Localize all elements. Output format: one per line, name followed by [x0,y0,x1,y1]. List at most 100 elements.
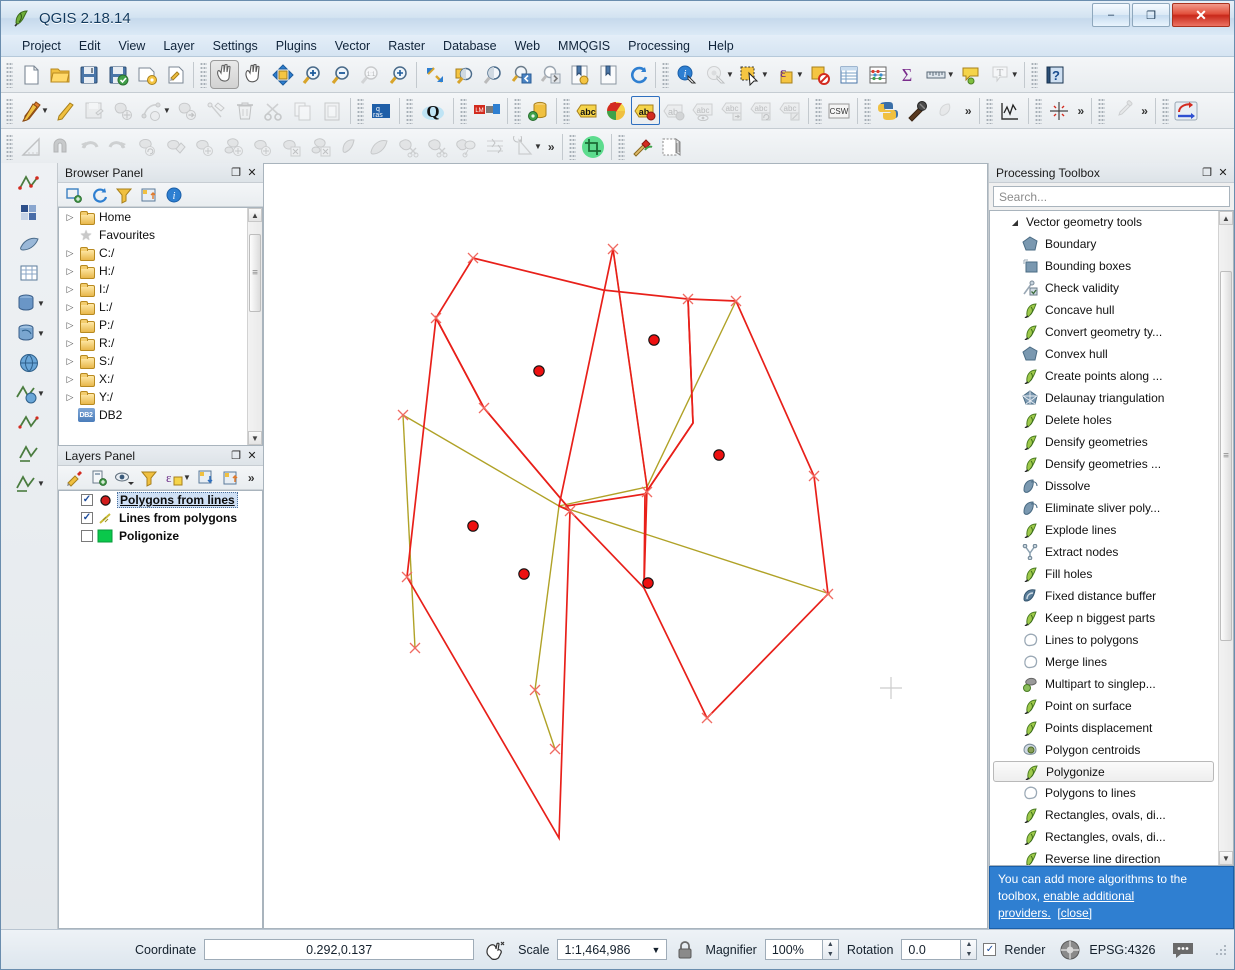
toolbar-gripper[interactable] [568,133,576,160]
add-selected-layers-button[interactable] [62,184,86,206]
save-project-button[interactable] [74,60,103,89]
merge-features-button[interactable] [451,132,480,161]
toolbox-algorithm-lines-to-polygons[interactable]: Lines to polygons [990,629,1217,651]
graphical-modeler-button[interactable] [628,132,657,161]
split-features-button[interactable] [393,132,422,161]
manage-visibility-button[interactable] [112,467,136,489]
add-wcs-layer-button[interactable] [11,379,41,407]
composer-manager-button[interactable] [161,60,190,89]
zoom-in-button[interactable] [297,60,326,89]
expander-icon[interactable]: ▷ [63,212,77,223]
new-project-button[interactable] [16,60,45,89]
scroll-up-icon[interactable]: ▲ [248,208,262,222]
toolbox-algorithm-polygons-to-lines[interactable]: Polygons to lines [990,782,1217,804]
menu-edit[interactable]: Edit [70,36,110,56]
toolbar-overflow-4[interactable]: » [544,140,559,154]
menu-mmqgis[interactable]: MMQGIS [549,36,619,56]
new-geopackage-button[interactable] [11,469,41,497]
toggle-editing-button[interactable] [16,96,45,125]
layer-row-lines-from-polygons[interactable]: ✓ Lines from polygons [59,509,262,527]
close-button[interactable]: ✕ [1172,3,1230,27]
toolbar-gripper[interactable] [985,97,993,124]
qgis2web-button[interactable]: q ras [367,96,396,125]
toolbox-algorithm-multipart-to-singlep[interactable]: Multipart to singlep... [990,673,1217,695]
toolbox-algorithm-dissolve[interactable]: Dissolve [990,475,1217,497]
scale-caret-icon[interactable]: ▼ [652,945,661,955]
scroll-up-icon[interactable]: ▲ [1219,211,1233,225]
toolbox-algorithm-densify-geometries[interactable]: Densify geometries ... [990,453,1217,475]
history-button[interactable] [657,132,686,161]
scroll-thumb[interactable] [1220,271,1232,641]
expander-icon[interactable]: ▷ [63,302,77,313]
browser-item-home[interactable]: ▷ Home [59,208,246,226]
filter-legend-button[interactable] [137,467,161,489]
lock-scale-icon[interactable] [676,940,694,960]
layer-visibility-checkbox[interactable] [81,530,93,542]
menu-view[interactable]: View [109,36,154,56]
zoom-last-button[interactable] [384,60,413,89]
add-wms-layer-button[interactable] [14,349,44,377]
measure-angle-button[interactable] [16,132,45,161]
group-expander-icon[interactable]: ◢ [1008,218,1022,227]
add-part-button[interactable] [219,132,248,161]
scroll-thumb[interactable] [249,234,261,312]
expander-icon[interactable]: ▷ [63,356,77,367]
browser-item-s[interactable]: ▷ S:/ [59,352,246,370]
collapse-all-button[interactable] [137,184,161,206]
zoom-out-button[interactable] [326,60,355,89]
layers-panel-close-button[interactable]: ✕ [244,448,260,464]
delete-ring-button[interactable] [277,132,306,161]
expander-icon[interactable]: ▷ [63,374,77,385]
toolbox-algorithm-rectangles-ovals-di[interactable]: Rectangles, ovals, di... [990,826,1217,848]
add-wfs-layer-button[interactable] [14,409,44,437]
toolbox-algorithm-delaunay-triangulation[interactable]: Delaunay triangulation [990,387,1217,409]
rotation-input[interactable]: 0.0 [901,939,962,960]
toolbox-algorithm-delete-holes[interactable]: Delete holes [990,409,1217,431]
toolbox-algorithm-densify-geometries[interactable]: Densify geometries [990,431,1217,453]
toolbox-algorithm-rectangles-ovals-di[interactable]: Rectangles, ovals, di... [990,804,1217,826]
cut-features-button[interactable] [260,96,289,125]
measure-line-button[interactable] [922,60,951,89]
filter-browser-button[interactable] [112,184,136,206]
scroll-down-icon[interactable]: ▼ [248,431,262,445]
toolbar-gripper[interactable] [662,61,669,88]
q-plugin-button[interactable]: Q [416,96,450,125]
browser-item-l[interactable]: ▷ L:/ [59,298,246,316]
toolbar-gripper[interactable] [1030,61,1038,88]
georeferencer-button[interactable] [1045,96,1074,125]
toolbar-gripper[interactable] [356,97,364,124]
add-raster-layer-button[interactable] [14,199,44,227]
browser-item-r[interactable]: ▷ R:/ [59,334,246,352]
toolbox-algorithm-reverse-line-direction[interactable]: Reverse line direction [990,848,1217,865]
menu-vector[interactable]: Vector [326,36,379,56]
toolbox-algorithm-polygonize[interactable]: Polygonize [993,761,1214,782]
python-console-button[interactable] [874,96,903,125]
toolbox-algorithm-point-on-surface[interactable]: Point on surface [990,695,1217,717]
sum-button[interactable]: Σ [893,60,922,89]
toolbox-algorithm-concave-hull[interactable]: Concave hull [990,299,1217,321]
fill-ring-button[interactable] [248,132,277,161]
browser-item-y[interactable]: ▷ Y:/ [59,388,246,406]
export-button[interactable] [1172,96,1201,125]
collapse-all-button[interactable] [219,467,243,489]
save-layer-edits-button[interactable] [80,96,109,125]
toolbar-gripper[interactable] [6,133,13,160]
rotation-stepper[interactable]: ▲ ▼ [961,939,978,960]
toolbox-algorithm-convert-geometry-ty[interactable]: Convert geometry ty... [990,321,1217,343]
new-shapefile-button[interactable] [14,439,44,467]
coordinate-toggle-icon[interactable] [484,939,506,961]
maximize-button[interactable]: ❐ [1132,3,1170,27]
run-feature-action-button[interactable] [701,60,730,89]
menu-database[interactable]: Database [434,36,506,56]
toolbox-close-button[interactable]: ✕ [1215,165,1231,181]
magnifier-input[interactable]: 100% [764,939,823,960]
resize-grip[interactable] [1214,943,1228,957]
toolbox-search-input[interactable]: Search... [993,186,1230,207]
rotate-point-symbols-button[interactable] [509,132,538,161]
simplify-feature-button[interactable] [161,132,190,161]
add-group-button[interactable] [87,467,111,489]
browser-properties-button[interactable]: i [162,184,186,206]
toolbar-gripper[interactable] [1098,97,1106,124]
open-project-button[interactable] [45,60,74,89]
magnifier-stepper-up[interactable]: ▲ [823,940,838,950]
